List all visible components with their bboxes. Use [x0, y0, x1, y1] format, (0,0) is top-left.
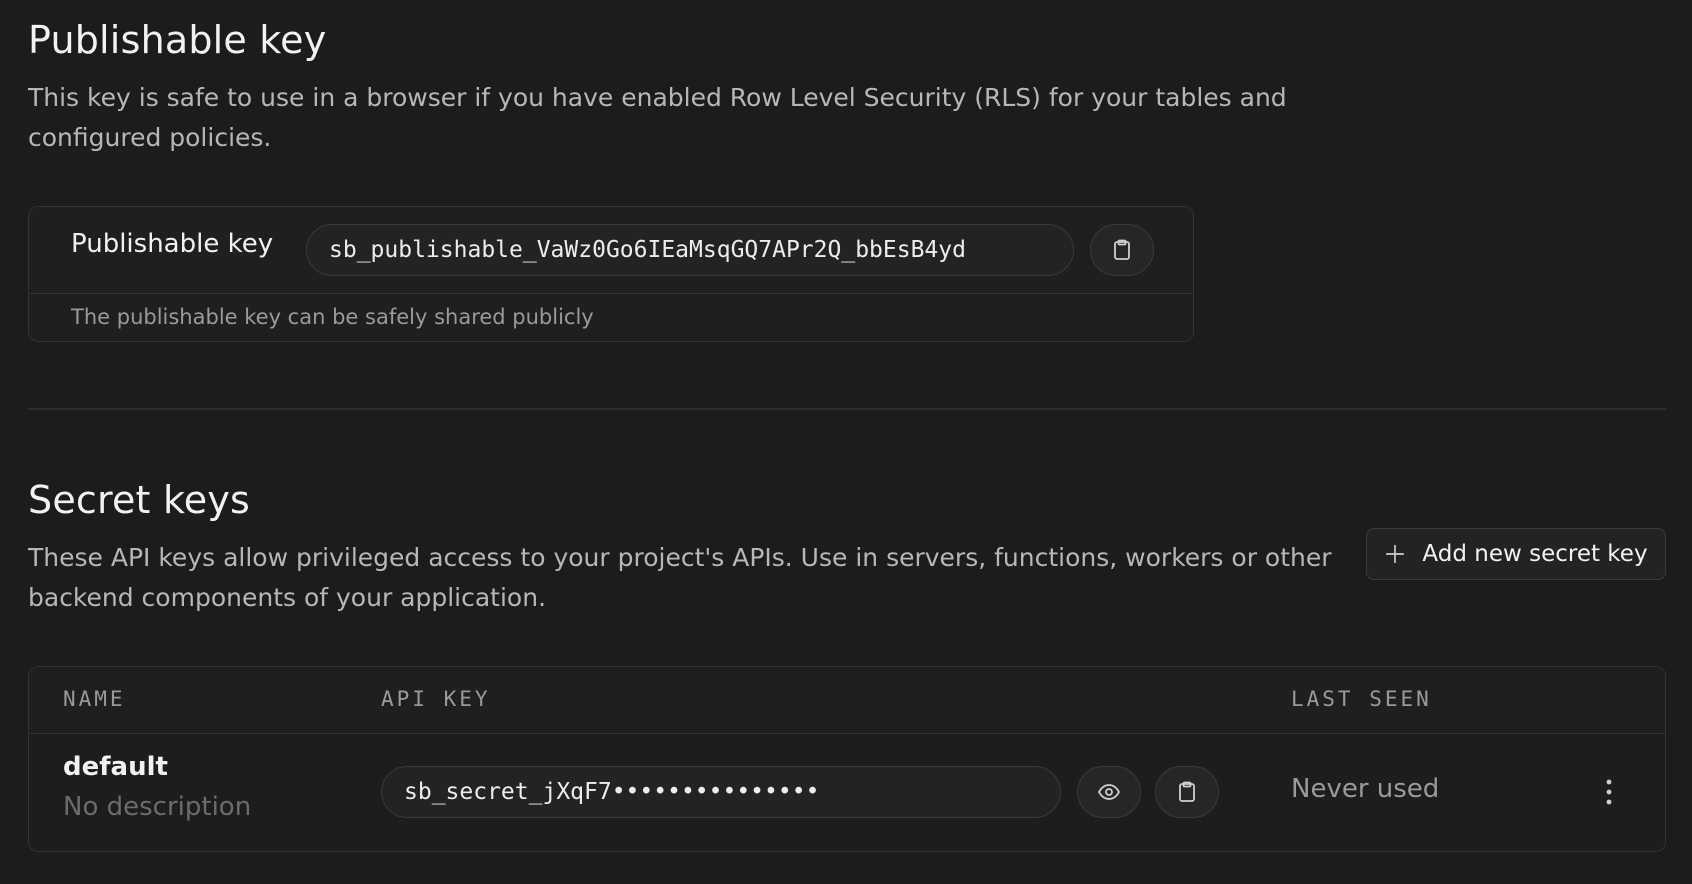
secret-key-last-seen: Never used: [1291, 774, 1440, 804]
publishable-key-description: This key is safe to use in a browser if …: [28, 83, 1287, 152]
more-vertical-icon: [1606, 779, 1612, 805]
publishable-key-card: Publishable key sb_publishable_VaWz0Go6I…: [28, 206, 1194, 342]
reveal-secret-key-button[interactable]: [1077, 766, 1141, 818]
publishable-key-note: The publishable key can be safely shared…: [71, 305, 594, 329]
secret-key-input[interactable]: sb_secret_jXqF7•••••••••••••••: [381, 766, 1061, 818]
plus-icon: [1386, 544, 1405, 564]
eye-icon: [1098, 784, 1120, 800]
section-divider: [28, 408, 1666, 410]
clipboard-icon: [1179, 781, 1195, 802]
secret-keys-title: Secret keys: [28, 478, 251, 522]
row-actions-button[interactable]: [1597, 774, 1621, 810]
secret-key-value: sb_secret_jXqF7•••••••••••••••: [404, 779, 820, 805]
secret-keys-description: These API keys allow privileged access t…: [28, 543, 1332, 612]
copy-secret-key-button[interactable]: [1155, 766, 1219, 818]
publishable-key-title: Publishable key: [28, 18, 327, 62]
table-header: NAME API KEY LAST SEEN: [29, 667, 1665, 734]
add-new-secret-key-label: Add new secret key: [1422, 541, 1648, 567]
copy-publishable-key-button[interactable]: [1090, 224, 1154, 276]
secret-key-name: default: [63, 752, 168, 782]
table-row: default No description sb_secret_jXqF7••…: [29, 734, 1665, 851]
secret-keys-table: NAME API KEY LAST SEEN default No descri…: [28, 666, 1666, 852]
clipboard-icon: [1114, 239, 1130, 260]
column-header-name: NAME: [63, 687, 126, 711]
publishable-key-label: Publishable key: [71, 229, 274, 259]
column-header-last-seen: LAST SEEN: [1291, 687, 1432, 711]
column-header-api-key: API KEY: [381, 687, 491, 711]
publishable-key-row: Publishable key sb_publishable_VaWz0Go6I…: [29, 207, 1193, 294]
secret-key-description: No description: [63, 792, 252, 822]
publishable-key-input[interactable]: sb_publishable_VaWz0Go6IEaMsqGQ7APr2Q_bb…: [306, 224, 1074, 276]
publishable-key-value: sb_publishable_VaWz0Go6IEaMsqGQ7APr2Q_bb…: [329, 237, 966, 263]
add-new-secret-key-button[interactable]: Add new secret key: [1366, 528, 1666, 580]
